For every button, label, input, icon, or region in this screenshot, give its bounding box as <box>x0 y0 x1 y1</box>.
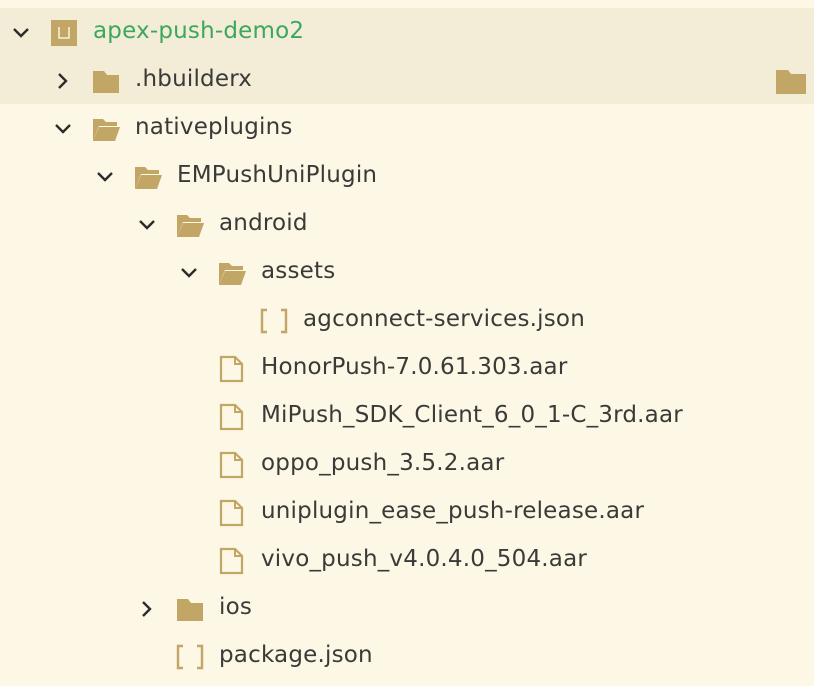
file-icon <box>217 403 247 431</box>
chevron-right-icon[interactable] <box>137 599 157 619</box>
tree-item-label: vivo_push_v4.0.4.0_504.aar <box>261 546 588 572</box>
tree-item[interactable]: vivo_push_v4.0.4.0_504.aar <box>0 537 814 585</box>
folder-closed-icon <box>175 595 205 623</box>
tree-item[interactable]: HonorPush-7.0.61.303.aar <box>0 345 814 393</box>
folder-open-icon <box>175 211 205 239</box>
tree-item-label: oppo_push_3.5.2.aar <box>261 450 505 476</box>
tree-item[interactable]: agconnect-services.json <box>0 297 814 345</box>
tree-item[interactable]: uniplugin_ease_push-release.aar <box>0 489 814 537</box>
tree-item-label: nativeplugins <box>135 114 293 140</box>
json-file-icon <box>259 307 289 335</box>
tree-item[interactable]: EMPushUniPlugin <box>0 153 814 201</box>
chevron-down-icon[interactable] <box>179 263 199 283</box>
tree-item[interactable]: android <box>0 201 814 249</box>
folder-closed-icon <box>91 67 121 95</box>
file-icon <box>217 499 247 527</box>
folder-icon[interactable] <box>776 70 806 94</box>
tree-item-label: apex-push-demo2 <box>93 18 305 44</box>
tree-item[interactable]: package.json <box>0 633 814 681</box>
tree-item-label: android <box>219 210 308 236</box>
tree-item-label: package.json <box>219 642 373 668</box>
tree-item-label: agconnect-services.json <box>303 306 585 332</box>
folder-open-icon <box>217 259 247 287</box>
tree-item[interactable]: assets <box>0 249 814 297</box>
tree-item[interactable]: apex-push-demo2 <box>0 9 814 57</box>
project-icon <box>49 19 79 47</box>
file-icon <box>217 355 247 383</box>
json-file-icon <box>175 643 205 671</box>
file-icon <box>217 451 247 479</box>
chevron-down-icon[interactable] <box>95 167 115 187</box>
chevron-right-icon[interactable] <box>53 71 73 91</box>
folder-open-icon <box>91 115 121 143</box>
tree-item-label: uniplugin_ease_push-release.aar <box>261 498 645 524</box>
tree-item[interactable]: oppo_push_3.5.2.aar <box>0 441 814 489</box>
tree-item[interactable]: MiPush_SDK_Client_6_0_1-C_3rd.aar <box>0 393 814 441</box>
tree-item-label: EMPushUniPlugin <box>177 162 378 188</box>
tree-item[interactable]: ios <box>0 585 814 633</box>
tree-item-label: MiPush_SDK_Client_6_0_1-C_3rd.aar <box>261 402 683 428</box>
chevron-down-icon[interactable] <box>137 215 157 235</box>
tree-item[interactable]: nativeplugins <box>0 105 814 153</box>
tree-item-label: .hbuilderx <box>135 66 253 92</box>
file-icon <box>217 547 247 575</box>
tree-item[interactable]: .hbuilderx <box>0 57 814 105</box>
tree-item-label: HonorPush-7.0.61.303.aar <box>261 354 568 380</box>
chevron-down-icon[interactable] <box>11 23 31 43</box>
folder-open-icon <box>133 163 163 191</box>
chevron-down-icon[interactable] <box>53 119 73 139</box>
tree-item-label: assets <box>261 258 336 284</box>
tree-item-label: ios <box>219 594 253 620</box>
